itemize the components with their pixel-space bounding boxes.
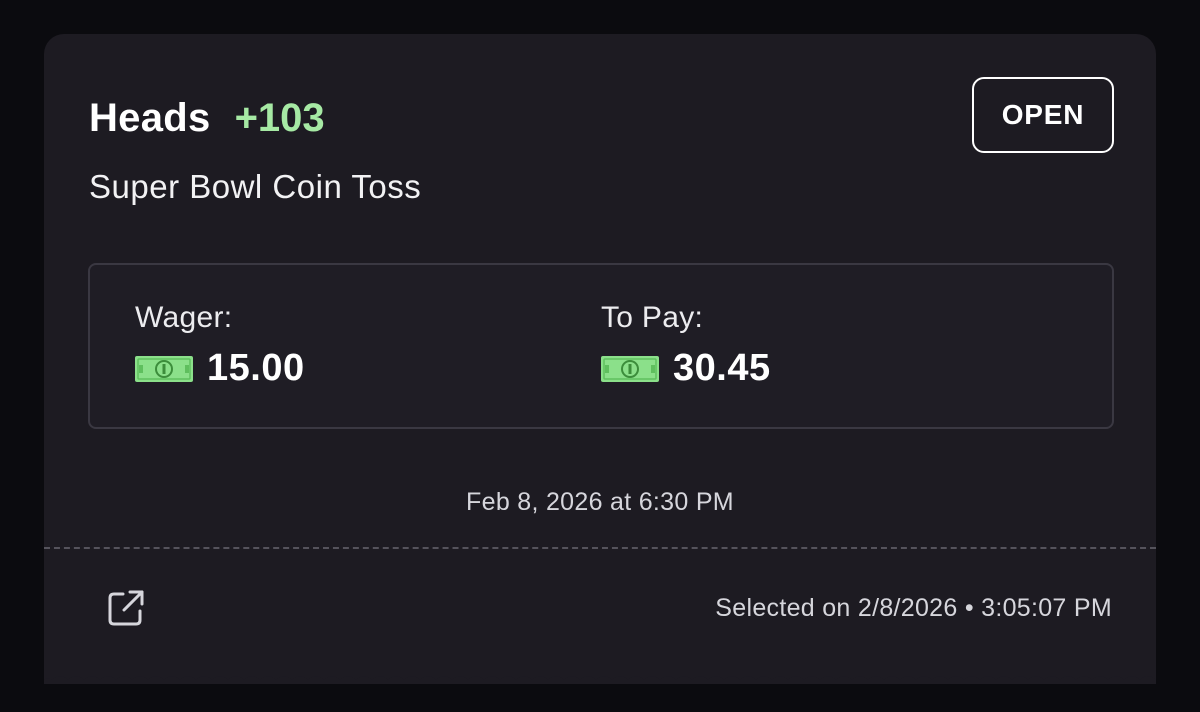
odds-value: +103 xyxy=(234,96,325,140)
amounts-panel: Wager: 15.00 To Pay: 30.45 xyxy=(88,263,1114,429)
wager-section: Wager: 15.00 xyxy=(135,301,305,390)
to-pay-value: 30.45 xyxy=(673,347,771,389)
selected-on-timestamp: Selected on 2/8/2026 • 3:05:07 PM xyxy=(715,594,1112,622)
selection-name: Heads xyxy=(89,96,211,140)
to-pay-section: To Pay: 30.45 xyxy=(601,301,771,390)
dashed-divider xyxy=(44,547,1156,549)
share-icon[interactable] xyxy=(102,584,150,632)
to-pay-label: To Pay: xyxy=(601,301,704,334)
to-pay-value-row: 30.45 xyxy=(601,347,771,390)
pick-row: Heads +103 xyxy=(89,96,325,141)
wager-label: Wager: xyxy=(135,301,233,334)
cash-icon xyxy=(601,355,659,382)
bet-card: Heads +103 Super Bowl Coin Toss OPEN Wag… xyxy=(44,34,1156,684)
torn-edge xyxy=(44,660,1156,680)
event-name: Super Bowl Coin Toss xyxy=(89,168,422,205)
event-time: Feb 8, 2026 at 6:30 PM xyxy=(466,488,734,516)
wager-value: 15.00 xyxy=(207,347,305,389)
cash-icon xyxy=(135,355,193,382)
wager-value-row: 15.00 xyxy=(135,347,305,390)
status-badge: OPEN xyxy=(972,77,1114,153)
